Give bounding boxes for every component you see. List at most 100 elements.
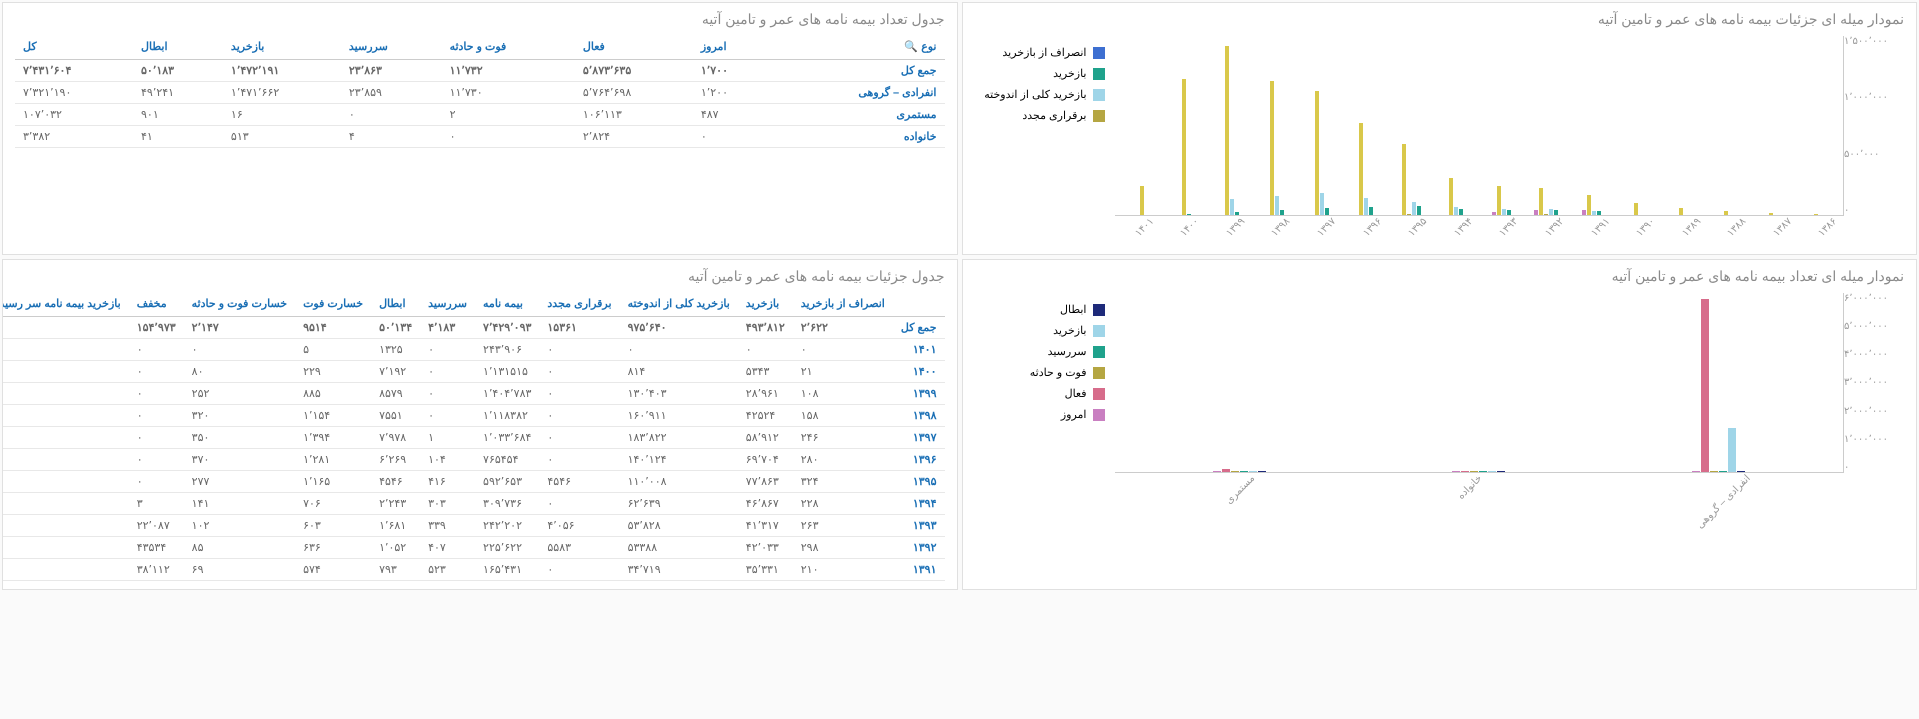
bar[interactable] (1140, 186, 1144, 215)
bar[interactable] (1240, 471, 1248, 472)
bar[interactable] (1724, 211, 1728, 215)
bar[interactable] (1634, 203, 1638, 215)
table-header[interactable]: برقراری مجدد (539, 293, 619, 317)
bar[interactable] (1679, 208, 1683, 215)
bar[interactable] (1315, 91, 1319, 215)
table-row[interactable]: ۱۴۰۱۰۰۰۰۲۴۳٬۹۰۶۰۱۳۲۵۵۰۰۰ (2, 339, 945, 361)
table-header[interactable]: خسارت فوت (295, 293, 371, 317)
legend-item[interactable]: بازخرید (975, 324, 1105, 337)
bar[interactable] (1275, 196, 1279, 215)
bar-group[interactable] (1479, 186, 1524, 215)
bar-group[interactable] (1254, 81, 1299, 215)
bar[interactable] (1230, 199, 1234, 215)
legend-item[interactable]: ابطال (975, 303, 1105, 316)
bar[interactable] (1470, 471, 1478, 472)
bar[interactable] (1222, 469, 1230, 472)
bar[interactable] (1213, 471, 1221, 472)
bar[interactable] (1497, 186, 1501, 215)
table-header[interactable]: سررسید (420, 293, 475, 317)
table-row[interactable]: جمع کل۱٬۷۰۰۵٬۸۷۳٬۶۳۵۱۱٬۷۳۲۲۳٬۸۶۳۱٬۴۷۲٬۱۹… (15, 60, 945, 82)
table-row[interactable]: جمع کل۲٬۶۲۲۴۹۳٬۸۱۲۹۷۵٬۶۴۰۱۵۳۶۱۷٬۴۲۹٬۰۹۳۴… (2, 317, 945, 339)
table-header[interactable]: بازخرید (223, 36, 341, 60)
table-header[interactable]: فوت و حادثه (442, 36, 575, 60)
bar[interactable] (1412, 202, 1416, 215)
bar-group[interactable] (1748, 213, 1793, 215)
bar[interactable] (1225, 46, 1229, 215)
bar[interactable] (1270, 81, 1274, 215)
table-header[interactable]: ابطال (133, 36, 223, 60)
table-row[interactable]: ۱۳۹۸۱۵۸۴۲۵۲۴۱۶۰٬۹۱۱۰۱٬۱۱۸۳۸۲۰۷۵۵۱۱٬۱۵۴۳۲… (2, 405, 945, 427)
legend-item[interactable]: سررسید (975, 345, 1105, 358)
bar[interactable] (1231, 471, 1239, 472)
bar[interactable] (1544, 214, 1548, 215)
bar-group[interactable] (1164, 79, 1209, 215)
bar[interactable] (1187, 214, 1191, 215)
table-row[interactable]: ۱۳۹۹۱۰۸۲۸٬۹۶۱۱۳۰٬۴۰۳۰۱٬۴۰۴٬۷۸۳۰۸۵۷۹۸۸۵۲۵… (2, 383, 945, 405)
bar[interactable] (1597, 211, 1601, 215)
table-header[interactable]: فعال (575, 36, 693, 60)
table-header[interactable]: مخفف (129, 293, 184, 317)
table-row[interactable]: ۱۳۹۴۲۲۸۴۶٬۸۶۷۶۲٬۶۳۹۰۳۰۹٬۷۳۶۳۰۳۲٬۲۴۳۷۰۶۱۴… (2, 493, 945, 515)
bar[interactable] (1417, 206, 1421, 215)
bar[interactable] (1507, 210, 1511, 215)
table-header[interactable]: خسارت فوت و حادثه (184, 293, 295, 317)
bar[interactable] (1452, 471, 1460, 472)
bar-group[interactable] (1434, 178, 1479, 215)
table-header[interactable]: بازخرید (738, 293, 793, 317)
bar[interactable] (1235, 212, 1239, 215)
bar[interactable] (1182, 79, 1186, 215)
bar-group[interactable] (1678, 299, 1758, 472)
bar-group[interactable] (1569, 195, 1614, 215)
table-header[interactable]: سررسید (341, 36, 442, 60)
table-row[interactable]: ۱۳۹۵۳۲۴۷۷٬۸۶۳۱۱۰٬۰۰۸۴۵۴۶۵۹۲٬۶۵۳۴۱۶۴۵۴۶۱٬… (2, 471, 945, 493)
table-row[interactable]: انفرادی – گروهی۱٬۲۰۰۵٬۷۶۴٬۶۹۸۱۱٬۷۳۰۲۳٬۸۵… (15, 82, 945, 104)
legend-item[interactable]: فوت و حادثه (975, 366, 1105, 379)
table-row[interactable]: ۱۳۹۲۲۹۸۴۲٬۰۳۳۵۳۳۸۸۵۵۸۳۲۲۵٬۶۲۲۴۰۷۱٬۰۵۲۶۳۶… (2, 537, 945, 559)
bar-group[interactable] (1209, 46, 1254, 215)
bar[interactable] (1488, 471, 1496, 472)
legend-item[interactable]: انصراف از بازخرید (975, 46, 1105, 59)
bar[interactable] (1249, 471, 1257, 472)
search-icon[interactable]: 🔍 (904, 41, 921, 53)
bar[interactable] (1549, 209, 1553, 215)
bar[interactable] (1534, 210, 1538, 215)
bar[interactable] (1719, 471, 1727, 472)
bar[interactable] (1587, 195, 1591, 215)
bar[interactable] (1728, 428, 1736, 472)
bar[interactable] (1407, 214, 1411, 215)
bar[interactable] (1459, 209, 1463, 215)
bar-group[interactable] (1524, 188, 1569, 215)
bar[interactable] (1449, 178, 1453, 215)
table-row[interactable]: ۱۳۹۱۲۱۰۳۵٬۳۳۱۳۴٬۷۱۹۰۱۶۵٬۴۳۱۵۲۳۷۹۳۵۷۴۶۹۳۸… (2, 559, 945, 581)
table-row[interactable]: ۱۳۹۷۲۴۶۵۸٬۹۱۲۱۸۳٬۸۲۲۰۱٬۰۳۳٬۶۸۴۱۷٬۹۷۸۱٬۳۹… (2, 427, 945, 449)
table-row[interactable]: ۱۳۹۶۲۸۰۶۹٬۷۰۴۱۴۰٬۱۲۴۰۷۶۵۴۵۴۱۰۴۶٬۲۶۹۱٬۲۸۱… (2, 449, 945, 471)
table-header[interactable]: بیمه نامه (475, 293, 539, 317)
bar-group[interactable] (1613, 203, 1658, 215)
table-header[interactable]: کل (15, 36, 133, 60)
bar-group[interactable] (1344, 123, 1389, 215)
bar-group[interactable] (1299, 91, 1344, 215)
bar[interactable] (1258, 471, 1266, 472)
bar-group[interactable] (1703, 211, 1748, 215)
table-row[interactable]: مستمری۴۸۷۱۰۶٬۱۱۳۲۰۱۶۹۰۱۱۰۷٬۰۳۲ (15, 104, 945, 126)
bar[interactable] (1737, 471, 1745, 472)
bar[interactable] (1769, 213, 1773, 215)
bar-group[interactable] (1120, 186, 1165, 215)
bar[interactable] (1554, 210, 1558, 215)
bar[interactable] (1497, 471, 1505, 472)
table-header[interactable]: امروز (693, 36, 772, 60)
legend-item[interactable]: برقراری مجدد (975, 109, 1105, 122)
table-row[interactable]: ۱۳۹۳۲۶۳۴۱٬۳۱۷۵۳٬۸۲۸۴٬۰۵۶۲۴۲٬۲۰۲۳۳۹۱٬۶۸۱۶… (2, 515, 945, 537)
table-header[interactable]: بازخرید بیمه نامه سر رسید شده (2, 293, 129, 317)
legend-item[interactable]: بازخرید کلی از اندوخته (975, 88, 1105, 101)
legend-item[interactable]: فعال (975, 387, 1105, 400)
bar[interactable] (1692, 471, 1700, 472)
table-row[interactable]: ۱۴۰۰۲۱۵۳۴۳۸۱۴۰۱٬۱۳۱۵۱۵۰۷٬۱۹۲۲۲۹۸۰۰۰ (2, 361, 945, 383)
bar[interactable] (1701, 299, 1709, 472)
bar[interactable] (1479, 471, 1487, 472)
bar[interactable] (1325, 208, 1329, 215)
table-header[interactable]: انصراف از بازخرید (793, 293, 893, 317)
table-header[interactable]: بازخرید کلی از اندوخته (620, 293, 738, 317)
bar-group[interactable] (1199, 469, 1279, 472)
bar[interactable] (1710, 471, 1718, 472)
